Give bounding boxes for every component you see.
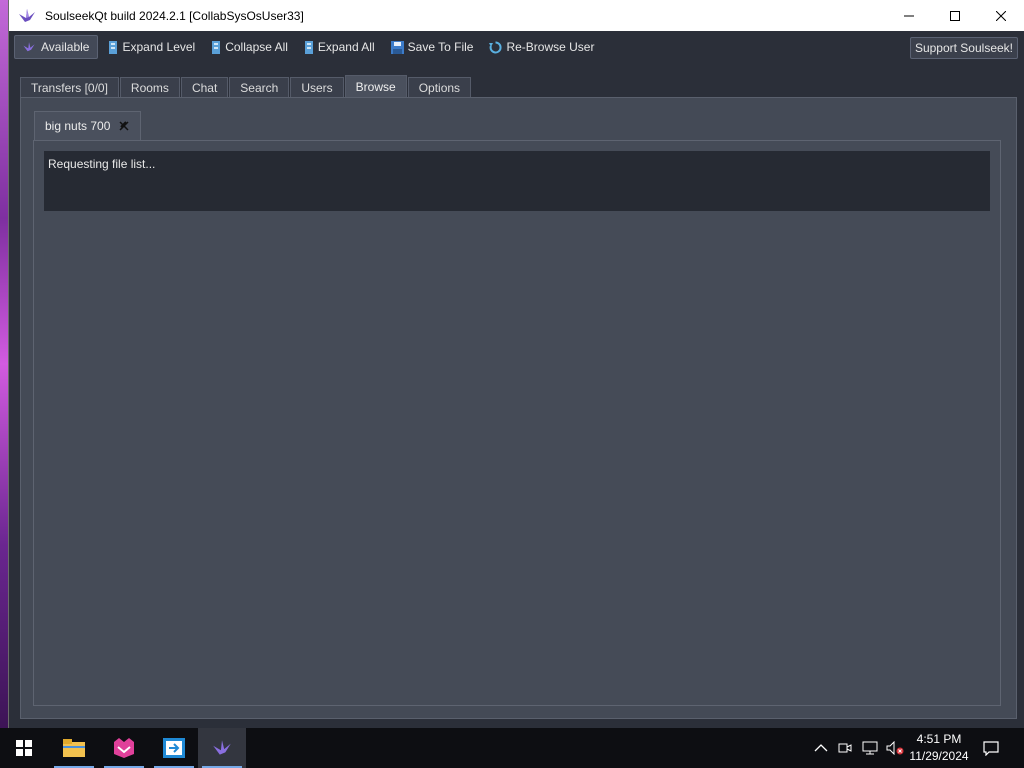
folder-icon: [63, 739, 85, 757]
main-tabs: Transfers [0/0] Rooms Chat Search Users …: [20, 75, 472, 98]
minimize-icon: [904, 15, 914, 16]
collapse-all-icon: [212, 40, 221, 54]
soulseek-bird-icon: [19, 8, 35, 22]
soulseek-bird-icon: [23, 42, 35, 52]
taskbar-clock[interactable]: 4:51 PM 11/29/2024: [904, 731, 974, 765]
support-soulseek-button[interactable]: Support Soulseek!: [909, 37, 1018, 59]
expand-level-icon: [109, 40, 118, 54]
taskbar-app-pink[interactable]: [100, 728, 148, 768]
status-label: Available: [41, 40, 90, 54]
taskbar-app-blue[interactable]: [150, 728, 198, 768]
taskbar-soulseek[interactable]: [198, 728, 246, 768]
tab-browse[interactable]: Browse: [344, 75, 407, 98]
soulseek-window: SoulseekQt build 2024.2.1 [CollabSysOsUs…: [8, 0, 1024, 728]
notification-icon: [983, 740, 999, 756]
taskbar-file-explorer[interactable]: [50, 728, 98, 768]
expand-all-icon: [304, 40, 313, 54]
refresh-icon: [489, 40, 502, 53]
windows-logo-icon: [16, 740, 32, 756]
tab-transfers[interactable]: Transfers [0/0]: [20, 77, 119, 98]
network-icon[interactable]: [862, 741, 878, 755]
toolbar: Available Expand Level Collapse All Expa…: [9, 31, 1024, 63]
close-icon: [996, 10, 1006, 21]
browse-user-tab-label: big nuts 700: [45, 119, 111, 133]
tab-search[interactable]: Search: [229, 77, 290, 98]
browse-panel: big nuts 700 Requesting file list...: [20, 97, 1017, 719]
browse-user-tab[interactable]: big nuts 700: [34, 111, 141, 140]
title-bar: SoulseekQt build 2024.2.1 [CollabSysOsUs…: [9, 0, 1024, 31]
soulseek-bird-icon: [213, 740, 231, 755]
tab-chat[interactable]: Chat: [180, 77, 229, 98]
volume-muted-icon[interactable]: [886, 741, 904, 755]
file-list-status: Requesting file list...: [44, 151, 990, 211]
sync-app-icon: [163, 738, 185, 758]
window-title: SoulseekQt build 2024.2.1 [CollabSysOsUs…: [45, 8, 304, 23]
tab-options[interactable]: Options: [407, 77, 472, 98]
expand-all-button[interactable]: Expand All: [298, 36, 381, 58]
floppy-disk-icon: [390, 40, 404, 54]
pin-close-icon: [119, 121, 129, 131]
chevron-up-icon[interactable]: [814, 743, 828, 753]
collapse-all-label: Collapse All: [225, 40, 288, 54]
cat-app-icon: [114, 738, 134, 758]
window-controls: [886, 0, 1024, 31]
collapse-all-button[interactable]: Collapse All: [205, 36, 294, 58]
minimize-button[interactable]: [886, 0, 932, 31]
expand-all-label: Expand All: [317, 40, 375, 54]
taskbar: 4:51 PM 11/29/2024: [0, 728, 1024, 768]
tab-rooms[interactable]: Rooms: [119, 77, 180, 98]
close-button[interactable]: [978, 0, 1024, 31]
save-to-file-button[interactable]: Save To File: [385, 36, 480, 58]
file-list-panel: Requesting file list...: [33, 140, 1001, 706]
desktop-background: [0, 0, 8, 728]
expand-level-button[interactable]: Expand Level: [102, 36, 201, 58]
re-browse-user-label: Re-Browse User: [506, 40, 595, 54]
meet-now-icon[interactable]: [838, 741, 852, 755]
clock-time: 4:51 PM: [916, 732, 962, 746]
maximize-icon: [950, 10, 960, 21]
save-to-file-label: Save To File: [407, 40, 474, 54]
notifications-button[interactable]: [968, 728, 1014, 768]
system-tray: [814, 728, 904, 768]
status-text: Requesting file list...: [48, 157, 156, 171]
status-available-button[interactable]: Available: [14, 35, 99, 59]
re-browse-user-button[interactable]: Re-Browse User: [483, 36, 600, 58]
clock-date: 11/29/2024: [909, 749, 969, 763]
close-tab-button[interactable]: [118, 120, 130, 132]
start-button[interactable]: [0, 728, 48, 768]
maximize-button[interactable]: [932, 0, 978, 31]
tab-users[interactable]: Users: [290, 77, 344, 98]
expand-level-label: Expand Level: [122, 40, 196, 54]
